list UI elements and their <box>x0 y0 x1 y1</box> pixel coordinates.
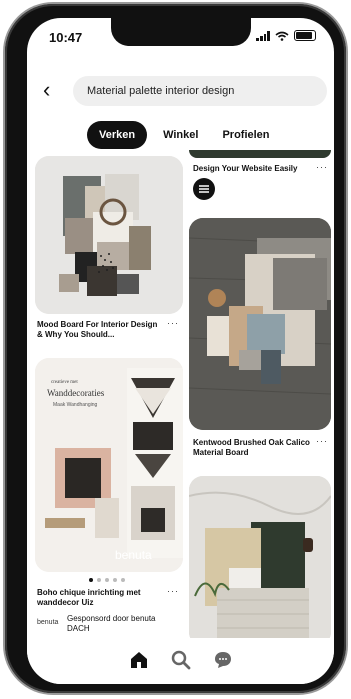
sponsor-line[interactable]: Gesponsord door benuta DACH <box>67 614 163 634</box>
pin-title-mood-board[interactable]: Mood Board For Interior Design & Why You… <box>37 320 165 340</box>
phone-frame: 10:47 ‹ Material palette interior design… <box>5 4 346 693</box>
bottom-nav <box>27 638 334 684</box>
pin-more-icon[interactable]: ··· <box>316 436 328 446</box>
tab-profielen[interactable]: Profielen <box>214 121 277 149</box>
sponsor-logo[interactable]: benuta <box>37 619 58 626</box>
carousel-dot <box>97 578 101 582</box>
pin-more-icon[interactable]: ··· <box>167 318 179 328</box>
boho-overlay-sub: Maak Wandhanging <box>53 402 98 408</box>
search-input[interactable]: Material palette interior design <box>73 76 327 106</box>
pin-image-mood-board[interactable] <box>35 156 183 314</box>
screen: 10:47 ‹ Material palette interior design… <box>27 18 334 684</box>
search-row: ‹ Material palette interior design <box>37 76 327 106</box>
signal-icon <box>256 30 270 41</box>
kentwood-image <box>189 218 331 430</box>
logo-icon <box>199 185 209 193</box>
boho-overlay-brand-small: creatieve met <box>51 380 78 385</box>
pin-image-boho[interactable]: creatieve met Wanddecoraties Maak Wandha… <box>35 358 183 572</box>
pin-title-boho[interactable]: Boho chique inrichting met wanddecor Uiz <box>37 588 165 608</box>
pin-more-icon[interactable]: ··· <box>167 586 179 596</box>
pin-image-material-board[interactable] <box>189 476 331 646</box>
pin-title-design-website[interactable]: Design Your Website Easily <box>193 164 313 174</box>
tab-winkel[interactable]: Winkel <box>155 121 206 149</box>
notch <box>111 18 251 46</box>
pin-more-icon[interactable]: ··· <box>316 162 328 172</box>
back-arrow-icon[interactable]: ‹ <box>43 79 65 102</box>
carousel-dot <box>113 578 117 582</box>
tabs: Verken Winkel Profielen <box>87 121 278 149</box>
boho-overlay-heading: Wanddecoraties <box>47 388 105 398</box>
tab-verken[interactable]: Verken <box>87 121 148 149</box>
material-board-image <box>189 476 331 646</box>
boho-overlay-brand: benuta <box>115 548 152 562</box>
carousel-dot <box>121 578 125 582</box>
search-icon[interactable] <box>169 648 193 672</box>
carousel-dot-active <box>89 578 93 582</box>
status-time: 10:47 <box>49 30 83 45</box>
pin-image-top-right[interactable] <box>189 150 331 158</box>
pin-logo-avatar[interactable] <box>193 178 215 200</box>
home-icon[interactable] <box>127 648 151 672</box>
chat-icon[interactable] <box>211 648 235 672</box>
carousel-dot <box>105 578 109 582</box>
pin-image-kentwood[interactable] <box>189 218 331 430</box>
mood-board-image <box>35 156 183 314</box>
pin-title-kentwood[interactable]: Kentwood Brushed Oak Calico Material Boa… <box>193 438 311 458</box>
battery-icon <box>294 30 316 41</box>
status-icons <box>256 30 316 41</box>
carousel-dots <box>89 578 125 582</box>
wifi-icon <box>275 31 289 41</box>
